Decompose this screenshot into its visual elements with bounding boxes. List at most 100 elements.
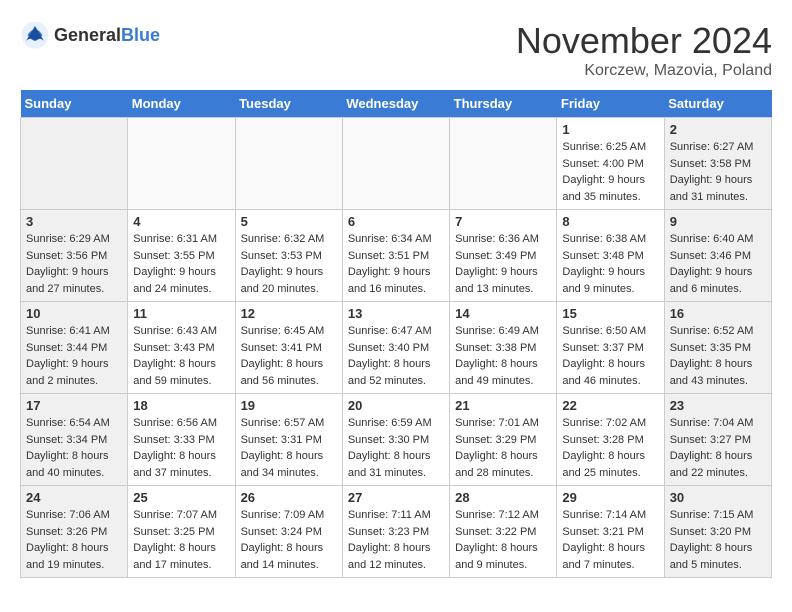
weekday-header-wednesday: Wednesday (342, 90, 449, 118)
day-info: Sunrise: 6:38 AMSunset: 3:48 PMDaylight:… (562, 231, 658, 297)
day-number: 6 (348, 214, 444, 229)
day-number: 15 (562, 306, 658, 321)
day-number: 27 (348, 490, 444, 505)
day-number: 9 (670, 214, 766, 229)
logo: GeneralBlue (20, 20, 160, 50)
calendar-cell: 19Sunrise: 6:57 AMSunset: 3:31 PMDayligh… (235, 394, 342, 486)
calendar-cell: 25 Sunrise: 7:07 AMSunset: 3:25 PMDayligh… (128, 486, 235, 578)
day-info: Sunrise: 6:59 AMSunset: 3:30 PMDaylight:… (348, 415, 444, 481)
day-number: 4 (133, 214, 229, 229)
calendar-cell: 28 Sunrise: 7:12 AMSunset: 3:22 PMDayligh… (450, 486, 557, 578)
day-number: 12 (241, 306, 337, 321)
day-number: 21 (455, 398, 551, 413)
calendar-cell (128, 118, 235, 210)
calendar-cell: 3Sunrise: 6:29 AMSunset: 3:56 PMDaylight… (21, 210, 128, 302)
day-info: Sunrise: 6:34 AMSunset: 3:51 PMDaylight:… (348, 231, 444, 297)
day-number: 17 (26, 398, 122, 413)
day-info: Sunrise: 6:25 AMSunset: 4:00 PMDaylight:… (562, 139, 658, 205)
calendar-cell: 2 Sunrise: 6:27 AMSunset: 3:58 PMDaylight… (664, 118, 771, 210)
weekday-header-row: SundayMondayTuesdayWednesdayThursdayFrid… (21, 90, 772, 118)
day-info: Sunrise: 6:50 AMSunset: 3:37 PMDaylight:… (562, 323, 658, 389)
day-info: Sunrise: 6:45 AMSunset: 3:41 PMDaylight:… (241, 323, 337, 389)
day-info: Sunrise: 7:15 AMSunset: 3:20 PMDaylight:… (670, 507, 766, 573)
day-info: Sunrise: 6:49 AMSunset: 3:38 PMDaylight:… (455, 323, 551, 389)
day-number: 18 (133, 398, 229, 413)
calendar-cell: 13 Sunrise: 6:47 AMSunset: 3:40 PMDayligh… (342, 302, 449, 394)
weekday-header-monday: Monday (128, 90, 235, 118)
day-info: Sunrise: 6:36 AMSunset: 3:49 PMDaylight:… (455, 231, 551, 297)
day-info: Sunrise: 7:07 AMSunset: 3:25 PMDaylight:… (133, 507, 229, 573)
day-info: Sunrise: 6:40 AMSunset: 3:46 PMDaylight:… (670, 231, 766, 297)
day-number: 19 (241, 398, 337, 413)
day-info: Sunrise: 6:32 AMSunset: 3:53 PMDaylight:… (241, 231, 337, 297)
day-number: 16 (670, 306, 766, 321)
day-number: 20 (348, 398, 444, 413)
calendar-cell: 17 Sunrise: 6:54 AMSunset: 3:34 PMDayligh… (21, 394, 128, 486)
logo-icon (20, 20, 50, 50)
week-row-5: 24 Sunrise: 7:06 AMSunset: 3:26 PMDayligh… (21, 486, 772, 578)
week-row-4: 17 Sunrise: 6:54 AMSunset: 3:34 PMDayligh… (21, 394, 772, 486)
weekday-header-saturday: Saturday (664, 90, 771, 118)
day-info: Sunrise: 6:31 AMSunset: 3:55 PMDaylight:… (133, 231, 229, 297)
calendar-cell: 18 Sunrise: 6:56 AMSunset: 3:33 PMDayligh… (128, 394, 235, 486)
day-number: 23 (670, 398, 766, 413)
calendar-cell: 29 Sunrise: 7:14 AMSunset: 3:21 PMDayligh… (557, 486, 664, 578)
day-number: 30 (670, 490, 766, 505)
day-info: Sunrise: 7:11 AMSunset: 3:23 PMDaylight:… (348, 507, 444, 573)
day-info: Sunrise: 6:27 AMSunset: 3:58 PMDaylight:… (670, 139, 766, 205)
calendar-cell: 24 Sunrise: 7:06 AMSunset: 3:26 PMDayligh… (21, 486, 128, 578)
day-info: Sunrise: 7:01 AMSunset: 3:29 PMDaylight:… (455, 415, 551, 481)
weekday-header-thursday: Thursday (450, 90, 557, 118)
weekday-header-sunday: Sunday (21, 90, 128, 118)
calendar-cell (450, 118, 557, 210)
calendar-cell: 14Sunrise: 6:49 AMSunset: 3:38 PMDayligh… (450, 302, 557, 394)
calendar-cell: 15 Sunrise: 6:50 AMSunset: 3:37 PMDayligh… (557, 302, 664, 394)
day-number: 8 (562, 214, 658, 229)
day-number: 13 (348, 306, 444, 321)
logo-text: GeneralBlue (54, 25, 160, 46)
day-number: 22 (562, 398, 658, 413)
calendar-cell (235, 118, 342, 210)
header: GeneralBlue November 2024 Korczew, Mazov… (20, 20, 772, 80)
day-info: Sunrise: 6:56 AMSunset: 3:33 PMDaylight:… (133, 415, 229, 481)
day-number: 7 (455, 214, 551, 229)
day-number: 26 (241, 490, 337, 505)
calendar-cell: 21 Sunrise: 7:01 AMSunset: 3:29 PMDayligh… (450, 394, 557, 486)
week-row-1: 1 Sunrise: 6:25 AMSunset: 4:00 PMDaylight… (21, 118, 772, 210)
calendar-cell: 22 Sunrise: 7:02 AMSunset: 3:28 PMDayligh… (557, 394, 664, 486)
calendar-cell: 20 Sunrise: 6:59 AMSunset: 3:30 PMDayligh… (342, 394, 449, 486)
day-number: 29 (562, 490, 658, 505)
day-number: 11 (133, 306, 229, 321)
calendar-table: SundayMondayTuesdayWednesdayThursdayFrid… (20, 90, 772, 578)
calendar-cell: 8 Sunrise: 6:38 AMSunset: 3:48 PMDaylight… (557, 210, 664, 302)
weekday-header-tuesday: Tuesday (235, 90, 342, 118)
day-info: Sunrise: 7:06 AMSunset: 3:26 PMDaylight:… (26, 507, 122, 573)
calendar-cell: 7 Sunrise: 6:36 AMSunset: 3:49 PMDaylight… (450, 210, 557, 302)
day-number: 3 (26, 214, 122, 229)
day-number: 1 (562, 122, 658, 137)
day-number: 5 (241, 214, 337, 229)
day-info: Sunrise: 6:54 AMSunset: 3:34 PMDaylight:… (26, 415, 122, 481)
calendar-cell: 1 Sunrise: 6:25 AMSunset: 4:00 PMDaylight… (557, 118, 664, 210)
calendar-cell: 5 Sunrise: 6:32 AMSunset: 3:53 PMDaylight… (235, 210, 342, 302)
calendar-cell: 16 Sunrise: 6:52 AMSunset: 3:35 PMDayligh… (664, 302, 771, 394)
day-info: Sunrise: 6:41 AMSunset: 3:44 PMDaylight:… (26, 323, 122, 389)
day-number: 2 (670, 122, 766, 137)
month-title: November 2024 (516, 20, 772, 62)
day-info: Sunrise: 6:43 AMSunset: 3:43 PMDaylight:… (133, 323, 229, 389)
calendar-cell (342, 118, 449, 210)
day-info: Sunrise: 7:14 AMSunset: 3:21 PMDaylight:… (562, 507, 658, 573)
day-info: Sunrise: 7:12 AMSunset: 3:22 PMDaylight:… (455, 507, 551, 573)
calendar-cell: 12 Sunrise: 6:45 AMSunset: 3:41 PMDayligh… (235, 302, 342, 394)
day-info: Sunrise: 6:47 AMSunset: 3:40 PMDaylight:… (348, 323, 444, 389)
day-info: Sunrise: 7:04 AMSunset: 3:27 PMDaylight:… (670, 415, 766, 481)
day-info: Sunrise: 7:02 AMSunset: 3:28 PMDaylight:… (562, 415, 658, 481)
week-row-2: 3Sunrise: 6:29 AMSunset: 3:56 PMDaylight… (21, 210, 772, 302)
calendar-cell: 4 Sunrise: 6:31 AMSunset: 3:55 PMDaylight… (128, 210, 235, 302)
day-number: 25 (133, 490, 229, 505)
day-info: Sunrise: 6:52 AMSunset: 3:35 PMDaylight:… (670, 323, 766, 389)
day-number: 28 (455, 490, 551, 505)
day-number: 24 (26, 490, 122, 505)
day-number: 10 (26, 306, 122, 321)
location-title: Korczew, Mazovia, Poland (516, 62, 772, 80)
